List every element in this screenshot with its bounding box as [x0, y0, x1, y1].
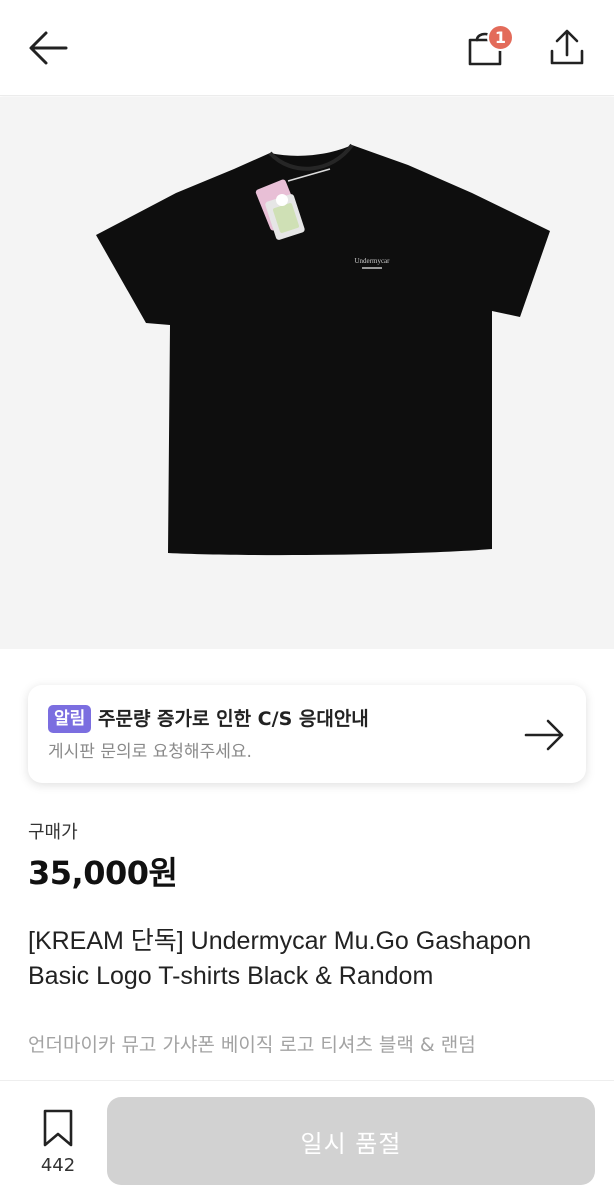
wishlist-count: 442	[40, 1155, 76, 1176]
tshirt-logo-text: Undermycar	[355, 257, 391, 265]
back-button[interactable]	[26, 28, 70, 68]
notice-banner[interactable]: 알림 주문량 증가로 인한 C/S 응대안내 게시판 문의로 요청해주세요.	[28, 685, 586, 783]
arrow-left-icon	[29, 31, 68, 65]
bookmark-icon	[43, 1109, 73, 1147]
soldout-button[interactable]: 일시 품절	[107, 1097, 595, 1185]
share-button[interactable]	[546, 26, 588, 70]
price-label: 구매가	[28, 822, 78, 843]
share-icon	[550, 29, 584, 65]
product-photo: Undermycar	[96, 143, 550, 556]
top-nav-bar: 1	[0, 0, 614, 96]
product-subtitle: 언더마이카 뮤고 가샤폰 베이직 로고 티셔츠 블랙 & 랜덤	[28, 1034, 476, 1056]
product-detail-screen: 1 Undermycar 알림 주문량 증가로 인한 C/S 응대안내 게시판 …	[0, 0, 614, 1200]
notice-subtitle: 게시판 문의로 요청해주세요.	[48, 742, 252, 762]
cart-count-badge: 1	[487, 24, 514, 51]
notice-tag: 알림	[48, 705, 92, 733]
notice-title: 주문량 증가로 인한 C/S 응대안내	[98, 708, 369, 730]
tshirt-shape	[96, 145, 550, 556]
price-value: 35,000원	[28, 854, 178, 892]
product-title: [KREAM 단독] Undermycar Mu.Go Gashapon Bas…	[28, 927, 532, 990]
arrow-right-icon	[524, 719, 564, 751]
bottom-action-bar: 442 일시 품절	[0, 1080, 614, 1200]
wishlist-button[interactable]: 442	[28, 1101, 88, 1181]
product-image-area[interactable]: Undermycar	[0, 97, 614, 649]
